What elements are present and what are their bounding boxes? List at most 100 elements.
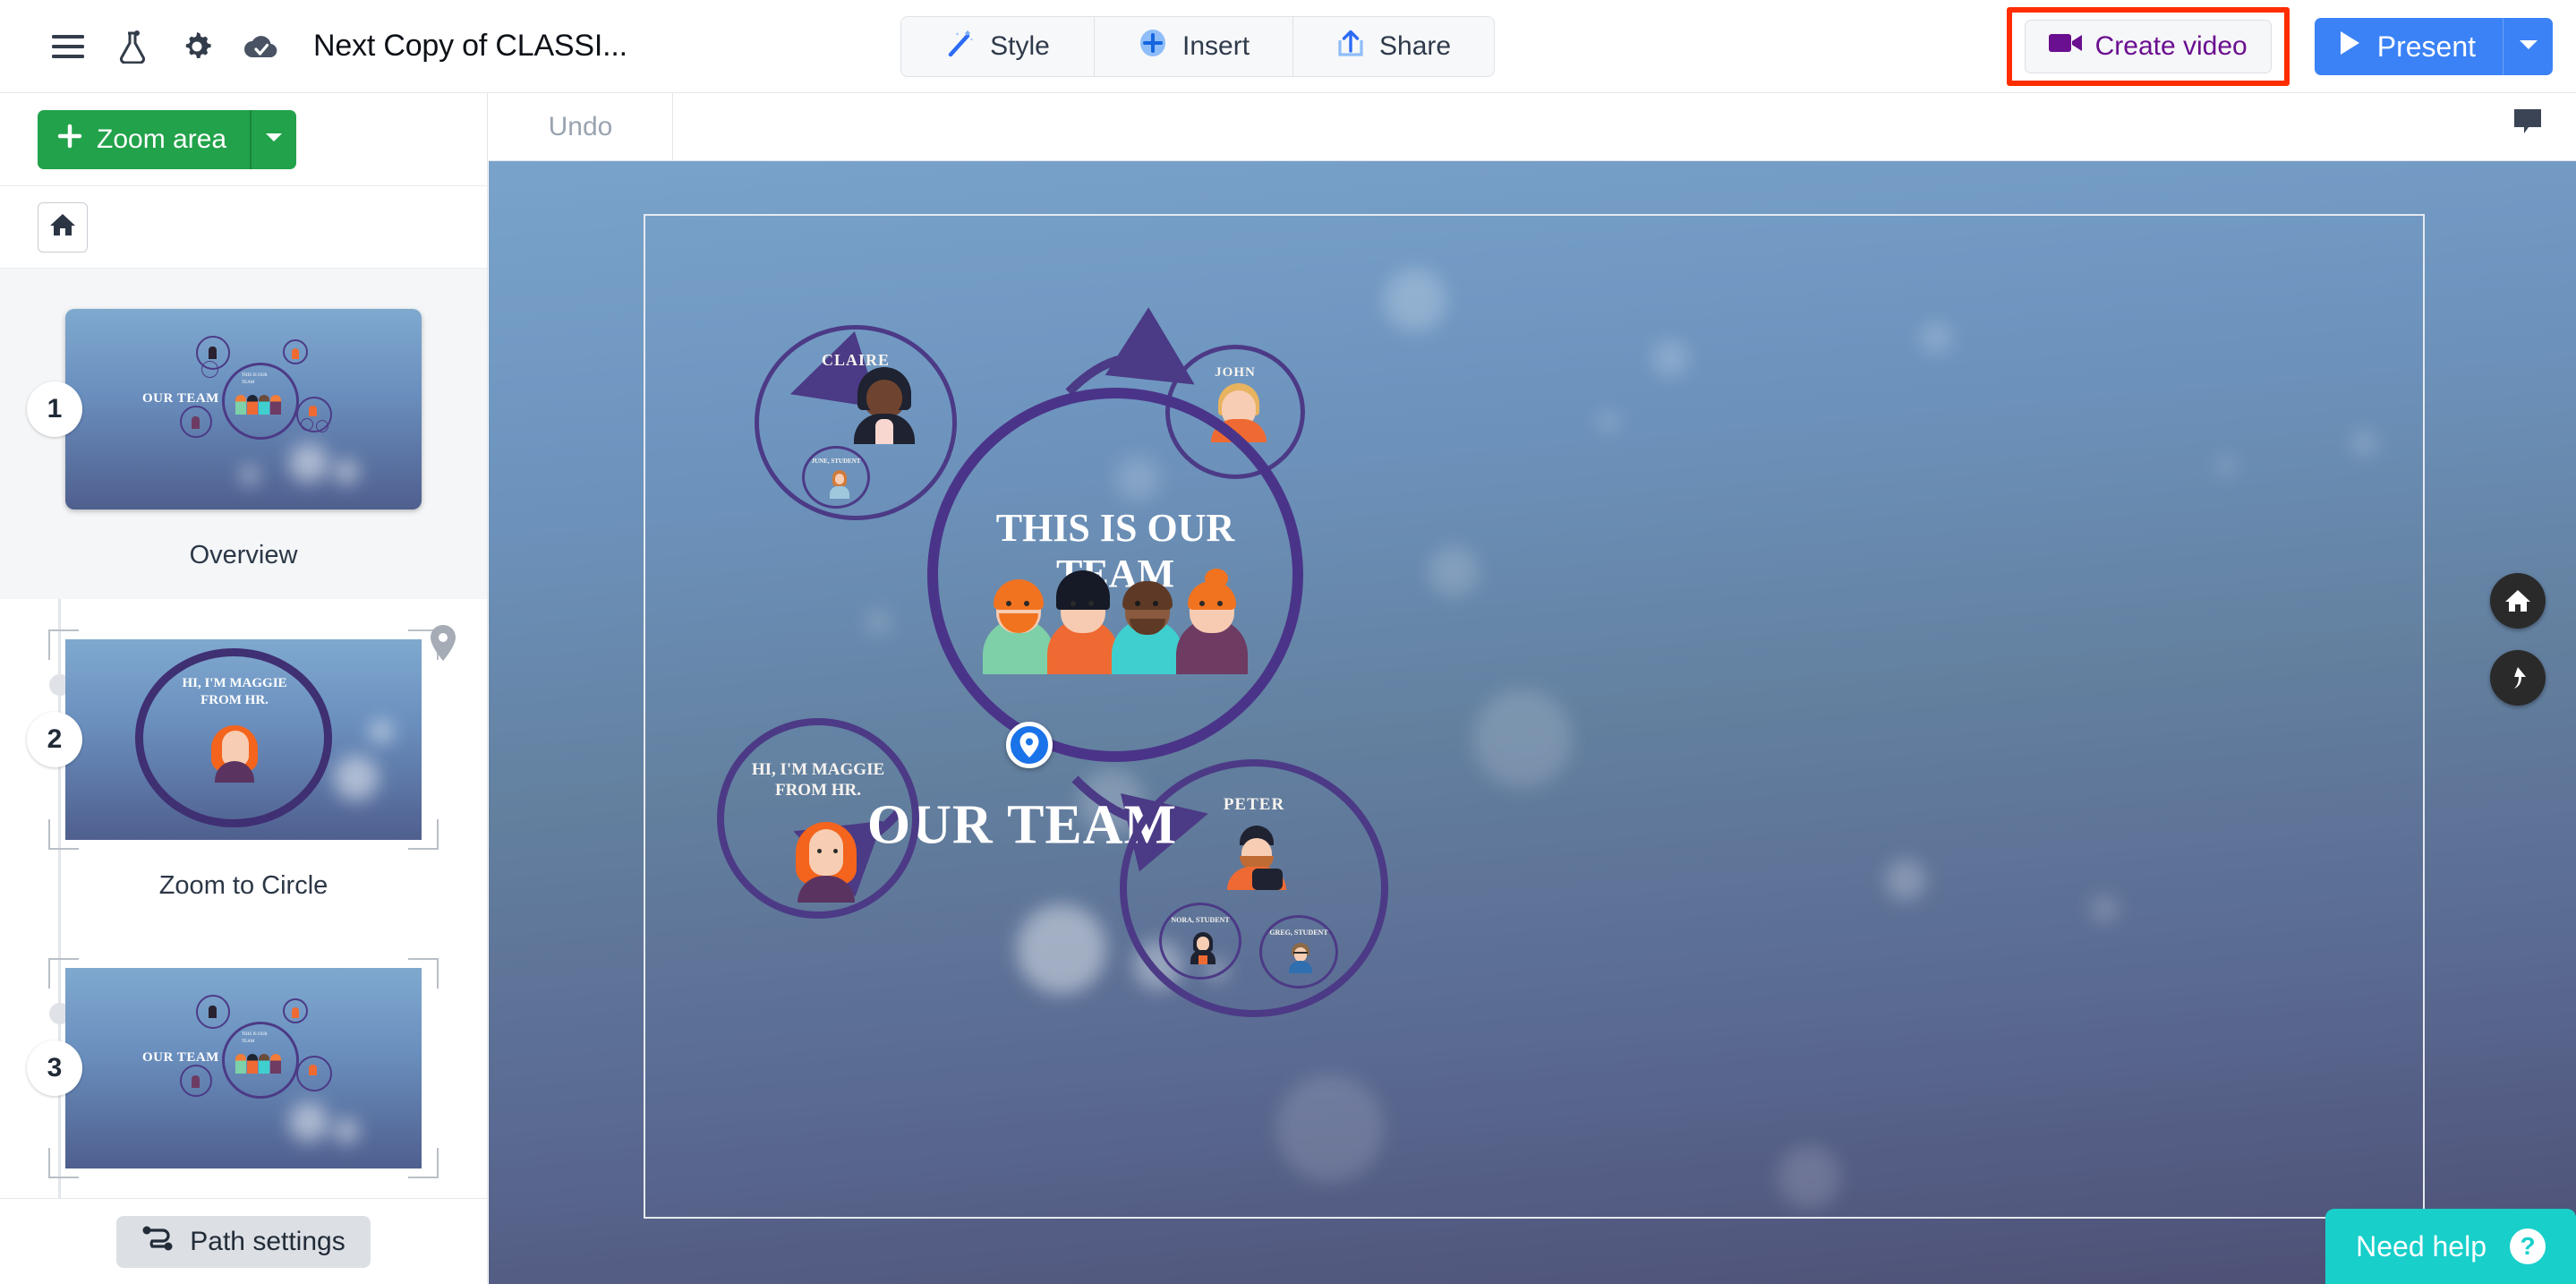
man-beanie-avatar: [1227, 826, 1286, 890]
top-toolbar-left: Next Copy of CLASSI...: [0, 14, 627, 79]
zoom-area-label: Zoom area: [97, 124, 227, 154]
node-team[interactable]: THIS IS OUR TEAM: [927, 388, 1303, 762]
slide-thumb-wrap[interactable]: OUR TEAM THIS IS OUR TEAM: [0, 269, 487, 519]
location-pin-icon[interactable]: [1006, 722, 1053, 768]
document-title[interactable]: Next Copy of CLASSI...: [313, 29, 627, 64]
node-nora-title: NORA, STUDENT: [1171, 916, 1230, 924]
node-greg[interactable]: GREG, STUDENT: [1259, 915, 1338, 989]
magic-wand-icon: [945, 28, 976, 65]
list-item[interactable]: OUR TEAM THIS IS OUR TEAM: [0, 928, 487, 1198]
zoom-area-button-group: Zoom area: [38, 109, 297, 169]
slide-label[interactable]: Zoom to Circle: [0, 850, 487, 928]
present-button[interactable]: Present: [2314, 18, 2503, 75]
insert-button[interactable]: Insert: [1095, 17, 1294, 76]
need-help-label: Need help: [2356, 1229, 2486, 1263]
home-icon: [49, 212, 76, 242]
plus-icon: [57, 124, 82, 156]
plus-circle-icon: [1138, 28, 1168, 65]
slide-frame: OUR TEAM THIS IS OUR TEAM: [27, 299, 439, 519]
four-people-group: [983, 567, 1248, 674]
presentation-canvas[interactable]: OUR TEAM CLAIRE JUNE, STUDENT JOHN THIS …: [489, 161, 2576, 1284]
slide-thumbnail[interactable]: HI, I'M MAGGIE FROM HR.: [65, 639, 422, 840]
node-maggie-line2: FROM HR.: [774, 781, 862, 800]
girl-student-avatar: [830, 470, 849, 499]
chevron-down-icon: [2518, 38, 2539, 56]
canvas-home-button[interactable]: [2490, 573, 2546, 629]
canvas-area: Undo OUR TEAM CLAIRE JUNE, STUDENT JOHN …: [489, 92, 2576, 1284]
flask-icon[interactable]: [100, 14, 165, 79]
list-item[interactable]: HI, I'M MAGGIE FROM HR. 2 Zoom to Circle: [0, 599, 487, 928]
style-button[interactable]: Style: [901, 17, 1095, 76]
create-video-label: Create video: [2094, 31, 2248, 61]
node-maggie-line1: HI, I'M MAGGIE: [751, 760, 885, 779]
slide-thumb-wrap[interactable]: HI, I'M MAGGIE FROM HR. 2: [0, 599, 487, 850]
need-help-button[interactable]: Need help ?: [2325, 1209, 2576, 1284]
path-settings-label: Path settings: [190, 1226, 345, 1256]
canvas-toolbar: Undo: [489, 92, 2576, 161]
create-video-highlight: Create video: [2006, 7, 2290, 86]
share-button[interactable]: Share: [1293, 17, 1494, 76]
slide-frame: OUR TEAM THIS IS OUR TEAM: [27, 958, 439, 1178]
node-june[interactable]: JUNE, STUDENT: [802, 446, 870, 509]
slide-number-badge: 2: [27, 712, 82, 767]
slide-number-badge: 3: [27, 1040, 82, 1096]
node-maggie[interactable]: HI, I'M MAGGIE FROM HR.: [717, 718, 919, 919]
node-claire[interactable]: CLAIRE JUNE, STUDENT: [755, 325, 957, 520]
hamburger-menu-icon[interactable]: [36, 14, 100, 79]
node-greg-title: GREG, STUDENT: [1269, 929, 1328, 937]
share-upload-icon: [1336, 28, 1365, 65]
path-route-icon: [141, 1225, 174, 1259]
slide-thumbnail[interactable]: OUR TEAM THIS IS OUR TEAM: [65, 968, 422, 1168]
path-settings-button[interactable]: Path settings: [116, 1215, 371, 1268]
woman-orange-hair-avatar: [794, 820, 858, 903]
cloud-saved-icon: [229, 14, 294, 79]
present-button-group: Present: [2314, 18, 2553, 75]
slide-label[interactable]: Zoom to Area: [0, 1178, 487, 1198]
node-nora[interactable]: NORA, STUDENT: [1159, 903, 1241, 980]
node-maggie-title: HI, I'M MAGGIE FROM HR.: [752, 759, 884, 800]
slide-label[interactable]: Overview: [0, 519, 487, 597]
node-john-title: JOHN: [1215, 365, 1256, 380]
top-toolbar: Next Copy of CLASSI... Style Insert Shar…: [0, 0, 2576, 93]
zoom-area-row: Zoom area: [0, 93, 487, 186]
person-avatar: [1174, 567, 1250, 674]
node-peter[interactable]: PETER NORA, STUDENT GREG, STUDENT: [1120, 759, 1388, 1017]
share-button-label: Share: [1379, 31, 1452, 61]
slide-thumb-wrap[interactable]: OUR TEAM THIS IS OUR TEAM: [0, 928, 487, 1178]
video-camera-icon: [2048, 31, 2083, 62]
present-dropdown-button[interactable]: [2503, 18, 2553, 75]
slide-number-badge: 1: [27, 381, 82, 437]
slide-thumbnail[interactable]: OUR TEAM THIS IS OUR TEAM: [65, 309, 422, 509]
slides-list[interactable]: OUR TEAM THIS IS OUR TEAM 1 Overview HI,…: [0, 269, 487, 1198]
woman-dark-hair-avatar: [854, 367, 915, 444]
sidebar-home-row: [0, 186, 487, 269]
left-sidebar: Zoom area OUR TEAM THIS IS OUR TEAM 1 Ov…: [0, 93, 488, 1284]
comment-bubble-icon[interactable]: [2512, 107, 2544, 141]
style-button-label: Style: [990, 31, 1050, 61]
zoom-area-dropdown-button[interactable]: [250, 109, 296, 169]
play-icon: [2338, 30, 2361, 64]
canvas-float-buttons: [2490, 573, 2546, 706]
top-toolbar-right-group: Create video Present: [2006, 7, 2553, 86]
zoom-area-button[interactable]: Zoom area: [38, 110, 250, 169]
app-root: Next Copy of CLASSI... Style Insert Shar…: [0, 0, 2576, 1284]
chevron-down-icon: [264, 131, 284, 148]
slide-frame: HI, I'M MAGGIE FROM HR. 2: [27, 629, 439, 850]
girl-dark-hair-avatar: [1190, 932, 1215, 964]
list-item[interactable]: OUR TEAM THIS IS OUR TEAM: [0, 269, 487, 599]
top-toolbar-center-group: Style Insert Share: [900, 16, 1496, 77]
gear-icon[interactable]: [165, 14, 229, 79]
undo-button[interactable]: Undo: [489, 92, 673, 161]
location-pin-icon[interactable]: [430, 624, 456, 666]
node-team-title-line1: THIS IS OUR: [995, 506, 1235, 550]
present-button-label: Present: [2376, 30, 2476, 63]
node-peter-title: PETER: [1223, 795, 1285, 814]
path-settings-row: Path settings: [0, 1198, 487, 1284]
canvas-go-up-button[interactable]: [2490, 650, 2546, 706]
node-june-title: JUNE, STUDENT: [811, 458, 861, 465]
boy-glasses-avatar: [1289, 943, 1312, 973]
sidebar-home-button[interactable]: [38, 201, 88, 253]
create-video-button[interactable]: Create video: [2024, 20, 2272, 73]
insert-button-label: Insert: [1182, 31, 1250, 61]
question-mark-icon: ?: [2510, 1228, 2546, 1264]
